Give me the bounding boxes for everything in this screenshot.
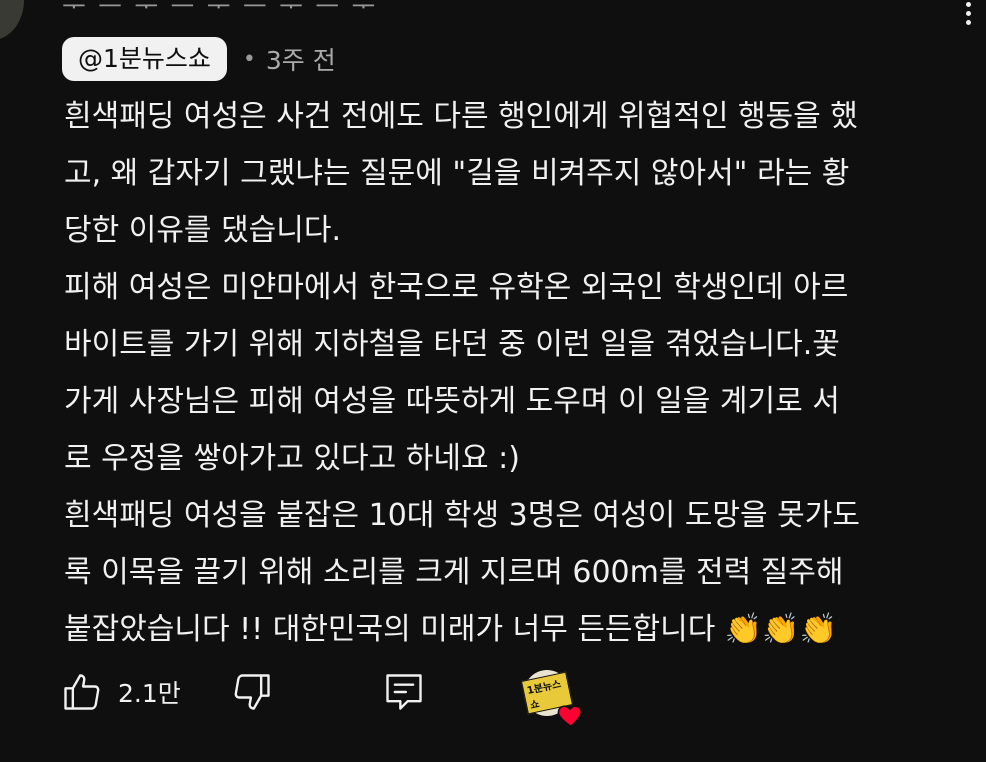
reply-icon[interactable] xyxy=(382,670,426,714)
separator-dot: • xyxy=(242,46,256,72)
comment-actions: 2.1만 1분뉴스쇼 xyxy=(60,670,660,728)
clap-emoji: 👏 xyxy=(799,612,837,647)
comment-timestamp[interactable]: 3주 전 xyxy=(266,41,336,77)
previous-commenter-avatar[interactable] xyxy=(0,0,24,40)
dislike-button[interactable] xyxy=(230,670,274,714)
clap-emoji: 👏 xyxy=(762,612,800,647)
creator-heart: 1분뉴스쇼 xyxy=(520,670,582,728)
comment-line: 흰색패딩 여성은 사건 전에도 다른 행인에게 위협적인 행동을 했 xyxy=(64,99,858,134)
comment-line: 록 이목을 끌기 위해 소리를 크게 지르며 600m를 전력 질주해 xyxy=(64,555,844,590)
comment-line: 흰색패딩 여성을 붙잡은 10대 학생 3명은 여성이 도망을 못가도 xyxy=(64,498,860,533)
clap-emoji: 👏 xyxy=(724,612,763,647)
more-vert-icon[interactable] xyxy=(960,0,976,28)
comment-line: 바이트를 가기 위해 지하철을 타던 중 이런 일을 겪었습니다.꽃 xyxy=(64,327,840,362)
creator-avatar: 1분뉴스쇼 xyxy=(520,670,582,728)
comment-line-last: 붙잡았습니다 !! 대한민국의 미래가 너무 든든합니다 👏👏👏 xyxy=(64,601,964,658)
thumbs-up-icon[interactable] xyxy=(60,670,104,714)
like-button[interactable]: 2.1만 xyxy=(60,670,181,714)
comment-line: 당한 이유를 댔습니다. xyxy=(64,213,342,248)
like-count: 2.1만 xyxy=(118,679,181,708)
comment-line: 고, 왜 갑자기 그랬냐는 질문에 "길을 비켜주지 않아서" 라는 황 xyxy=(64,156,850,191)
comment-line-text: 붙잡았습니다 !! 대한민국의 미래가 너무 든든합니다 xyxy=(64,612,725,647)
heart-icon xyxy=(557,705,582,728)
thumbs-down-icon[interactable] xyxy=(230,670,274,714)
reply-button[interactable] xyxy=(382,670,426,714)
author-chip[interactable]: @1분뉴스쇼 xyxy=(62,37,227,81)
comment-line: 로 우정을 쌓아가고 있다고 하네요 :) xyxy=(64,441,520,476)
comment-header: @1분뉴스쇼 • 3주 전 xyxy=(62,36,336,82)
previous-comment-cut-text: ᅮ ᅳ ᅮ ᅳ ᅮ ᅳ ᅮ ᅳ ᅮ xyxy=(62,0,378,22)
comment-line: 피해 여성은 미얀마에서 한국으로 유학온 외국인 학생인데 아르 xyxy=(64,270,849,305)
comment-line: 가게 사장님은 피해 여성을 따뜻하게 도우며 이 일을 계기로 서 xyxy=(64,384,840,419)
comment-body: 흰색패딩 여성은 사건 전에도 다른 행인에게 위협적인 행동을 했 고, 왜 … xyxy=(64,88,964,658)
